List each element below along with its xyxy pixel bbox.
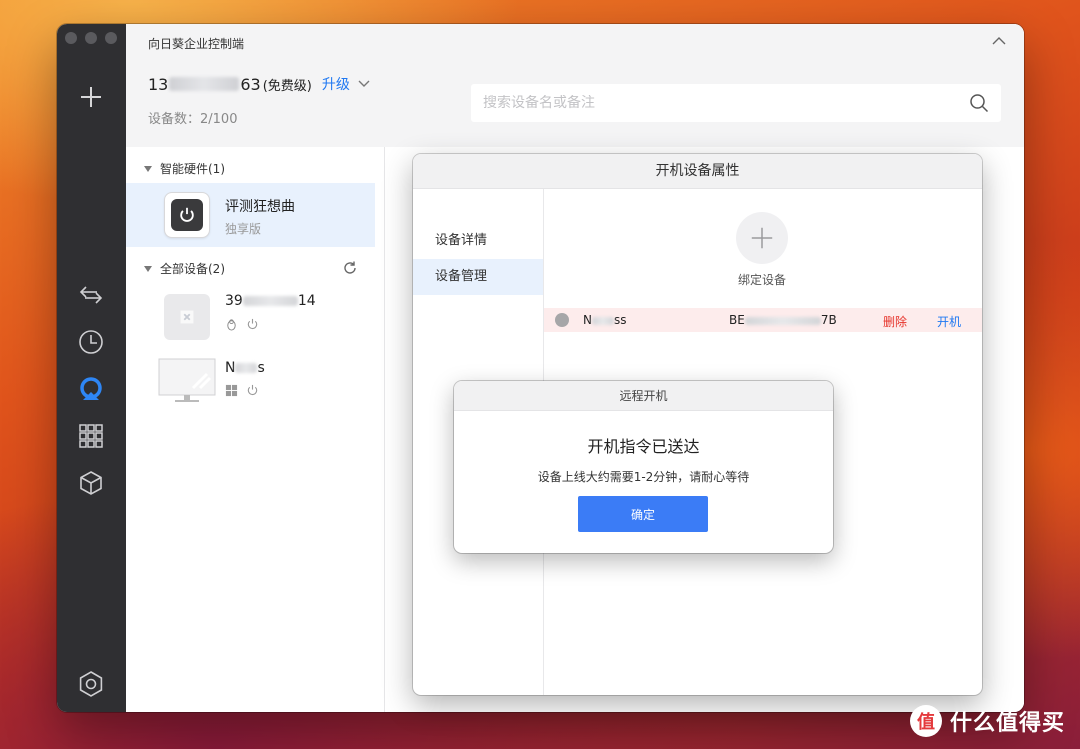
watermark: 值 什么值得买	[910, 705, 1065, 737]
cube-icon[interactable]	[74, 466, 108, 500]
hardware-edition: 独享版	[225, 222, 262, 236]
settings-hexagon-icon[interactable]	[74, 667, 108, 701]
header: 向日葵企业控制端 13 63 (免费级) 升级 设备数：2/100	[126, 24, 1024, 147]
delete-button[interactable]: 删除	[883, 313, 907, 330]
device-name: 39 14	[225, 293, 316, 309]
search-input[interactable]	[483, 95, 969, 111]
hardware-item[interactable]: 评测狂想曲 独享版	[126, 183, 375, 247]
device-sidebar: 智能硬件(1) 评测狂想曲 独享版 全部设备(2) 39 14 N s	[126, 147, 385, 712]
devices-nav-icon[interactable]	[74, 372, 108, 406]
power-icon	[247, 384, 258, 396]
device-name: Ns	[225, 360, 265, 376]
chevron-up-icon[interactable]	[990, 34, 1008, 48]
remote-switch-icon[interactable]	[74, 278, 108, 312]
app-title: 向日葵企业控制端	[148, 37, 245, 51]
device-thumbnail	[164, 294, 210, 340]
sunlogin-logo-icon	[180, 310, 194, 324]
dialog-title: 远程开机	[454, 381, 833, 411]
redacted-text	[169, 77, 240, 91]
maximize-window-button[interactable]	[105, 32, 117, 44]
apps-grid-icon[interactable]	[74, 419, 108, 453]
device-item[interactable]: 39 14	[126, 290, 375, 352]
windows-icon	[225, 384, 238, 397]
add-icon[interactable]	[74, 80, 108, 114]
search-box	[471, 84, 1001, 122]
search-icon[interactable]	[969, 93, 989, 113]
history-clock-icon[interactable]	[74, 325, 108, 359]
dialog-title: 开机设备属性	[413, 154, 982, 189]
tab-device-management[interactable]: 设备管理	[413, 259, 543, 295]
watermark-logo: 值	[910, 705, 942, 737]
bound-device-name: Nss	[583, 313, 627, 327]
monitor-icon	[158, 358, 216, 402]
chevron-down-icon[interactable]	[358, 80, 370, 88]
upgrade-link[interactable]: 升级	[322, 74, 350, 94]
watermark-text: 什么值得买	[950, 711, 1066, 736]
hardware-name: 评测狂想曲	[225, 199, 295, 215]
tab-device-details[interactable]: 设备详情	[413, 223, 543, 259]
dialog-heading: 开机指令已送达	[587, 437, 700, 456]
caret-down-icon	[144, 165, 152, 172]
offline-status-dot	[555, 313, 569, 327]
left-rail	[57, 24, 126, 712]
power-icon	[247, 318, 258, 330]
group-all-devices[interactable]: 全部设备(2)	[144, 260, 225, 277]
power-on-button[interactable]: 开机	[937, 313, 961, 330]
minimize-window-button[interactable]	[85, 32, 97, 44]
close-window-button[interactable]	[65, 32, 77, 44]
account-prefix: 13	[148, 74, 169, 94]
linux-icon	[227, 319, 236, 331]
caret-down-icon	[144, 265, 152, 272]
group-smart-hardware[interactable]: 智能硬件(1)	[144, 160, 225, 177]
bound-device-id: BE 7B	[729, 313, 837, 327]
bind-device-label: 绑定设备	[737, 273, 786, 287]
device-item[interactable]: Ns	[126, 354, 375, 416]
account-suffix: 63	[240, 74, 261, 94]
bound-device-row: Nss BE 7B 删除 开机	[544, 308, 982, 332]
group-label: 智能硬件(1)	[160, 162, 225, 176]
device-count: 设备数：2/100	[148, 112, 238, 127]
dialog-message: 设备上线大约需要1-2分钟，请耐心等待	[537, 470, 750, 484]
confirm-button[interactable]: 确定	[578, 496, 708, 532]
account-id: 13 63 (免费级) 升级	[148, 74, 370, 94]
refresh-icon[interactable]	[342, 260, 358, 276]
group-label: 全部设备(2)	[160, 262, 225, 276]
bind-device-button[interactable]	[736, 212, 788, 264]
plan-label: (免费级)	[262, 78, 312, 94]
plus-icon	[751, 227, 773, 249]
power-device-thumbnail	[164, 192, 210, 238]
remote-boot-dialog: 远程开机 开机指令已送达 设备上线大约需要1-2分钟，请耐心等待 确定	[454, 381, 833, 553]
power-icon	[180, 207, 194, 222]
